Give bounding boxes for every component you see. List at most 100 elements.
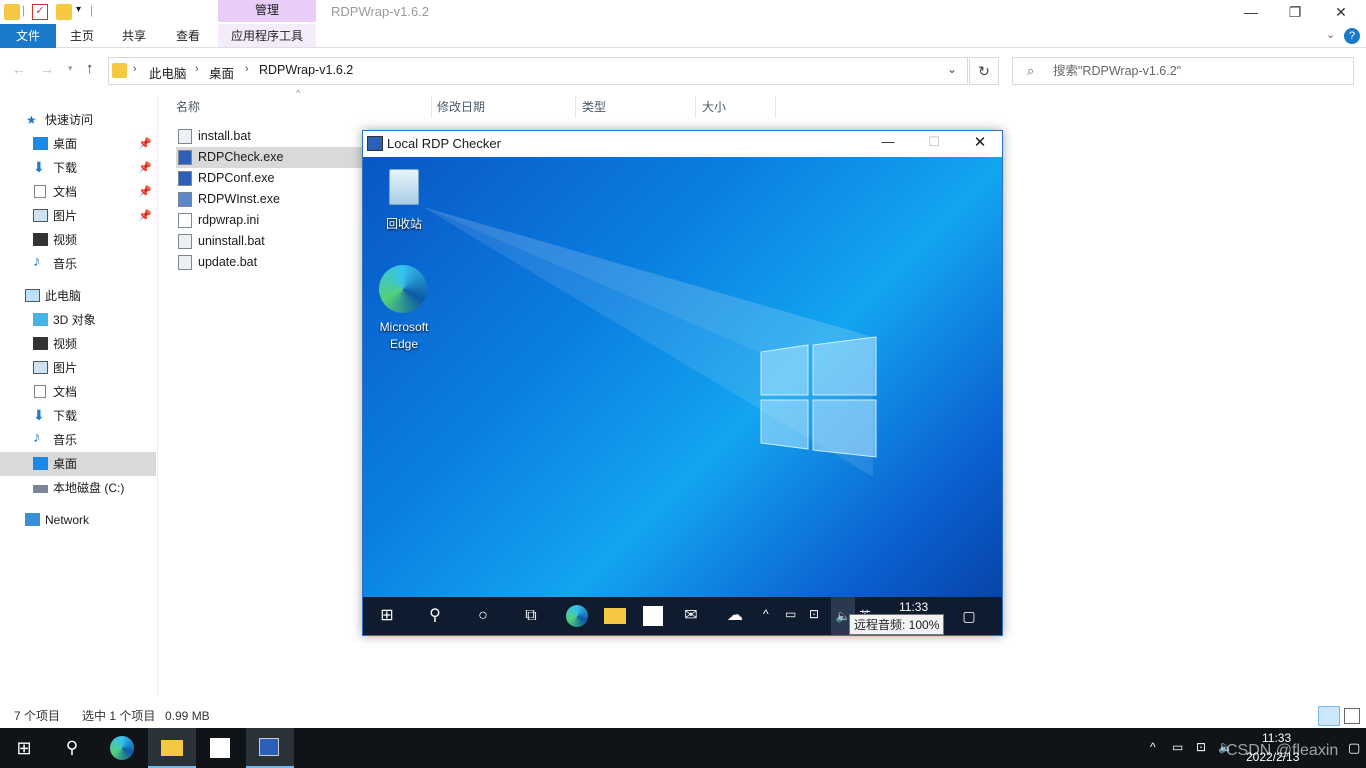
tray-chevron-icon[interactable]: ^	[1150, 740, 1156, 754]
chevron-right-icon: ›	[195, 63, 199, 75]
rdp-minimize-button[interactable]: —	[873, 134, 903, 149]
pin-icon: 📌	[138, 138, 152, 150]
file-row-selected[interactable]: RDPCheck.exe	[176, 147, 362, 168]
help-icon[interactable]: ?	[1344, 28, 1360, 44]
remote-desktop[interactable]: 回收站 Microsoft Edge	[363, 157, 1002, 597]
nav-quick-documents[interactable]: 文档 📌	[0, 180, 156, 204]
file-row[interactable]: update.bat	[176, 252, 362, 273]
nav-label: 视频	[53, 233, 78, 247]
folder-icon[interactable]	[4, 4, 20, 20]
batch-file-icon	[178, 129, 192, 144]
network-tray-icon[interactable]: ⊡	[1196, 740, 1206, 754]
rdp-close-button[interactable]: ✕	[965, 133, 995, 151]
up-arrow-icon[interactable]: ↑	[86, 60, 94, 77]
remote-store-icon[interactable]	[635, 597, 671, 635]
nav-music[interactable]: ♪ 音乐	[0, 428, 156, 452]
remote-mail-icon[interactable]: ✉	[673, 597, 709, 635]
nav-quick-downloads[interactable]: ⬇ 下载 📌	[0, 156, 156, 180]
rdp-maximize-button[interactable]: ☐	[919, 134, 949, 150]
notification-icon[interactable]: ▢	[1348, 740, 1360, 756]
minimize-button[interactable]: —	[1228, 2, 1274, 22]
nav-downloads[interactable]: ⬇ 下载	[0, 404, 156, 428]
file-row[interactable]: uninstall.bat	[176, 231, 362, 252]
store-taskbar-icon[interactable]	[196, 728, 244, 768]
refresh-button[interactable]: ↻	[969, 57, 999, 85]
remote-edge-icon[interactable]	[559, 597, 595, 635]
nav-quick-desktop[interactable]: 桌面 📌	[0, 132, 156, 156]
nav-this-pc[interactable]: 此电脑	[0, 284, 156, 308]
edge-icon[interactable]	[379, 265, 427, 313]
remote-search-icon[interactable]: ⚲	[417, 597, 453, 635]
back-arrow-icon[interactable]: ←	[12, 61, 26, 77]
nav-videos[interactable]: 视频	[0, 332, 156, 356]
remote-battery-icon[interactable]: ▭	[785, 607, 796, 621]
properties-icon[interactable]: ✓	[32, 4, 48, 20]
video-icon	[33, 337, 48, 350]
remote-taskbar: ⊞ ⚲ ○ ⧉ ✉ ☁ ^ ▭ ⊡ 🔈 英 11:33 远程音频: 100% ▢	[363, 597, 1002, 635]
nav-pictures[interactable]: 图片	[0, 356, 156, 380]
address-bar[interactable]: › 此电脑 › 桌面 › RDPWrap-v1.6.2 ⌄	[108, 57, 968, 85]
file-row[interactable]: RDPConf.exe	[176, 168, 362, 189]
close-button[interactable]: ✕	[1318, 2, 1364, 22]
search-icon[interactable]: ⚲	[48, 728, 96, 768]
edge-taskbar-icon[interactable]	[98, 728, 146, 768]
new-folder-icon[interactable]	[56, 4, 72, 20]
tab-share[interactable]: 共享	[114, 24, 154, 48]
column-type[interactable]: 类型	[582, 96, 696, 118]
remote-notification-icon[interactable]: ▢	[951, 597, 987, 635]
nav-network[interactable]: Network	[0, 508, 156, 532]
recent-dropdown-icon[interactable]: ▾	[68, 63, 73, 74]
title-bar: | ✓ ▾ | 管理 RDPWrap-v1.6.2 — ❐ ✕	[0, 0, 1366, 24]
remote-start-icon[interactable]: ⊞	[369, 597, 405, 635]
ribbon-expand-icon[interactable]: ⌄	[1326, 28, 1335, 41]
nav-label: 快速访问	[45, 113, 94, 127]
nav-quick-pictures[interactable]: 图片 📌	[0, 204, 156, 228]
search-input[interactable]: ⌕ 搜索"RDPWrap-v1.6.2"	[1012, 57, 1354, 85]
qat-dropdown-icon[interactable]: ▾	[76, 4, 81, 15]
remote-network-icon[interactable]: ⊡	[809, 607, 819, 621]
nav-3d-objects[interactable]: 3D 对象	[0, 308, 156, 332]
tab-app-tools[interactable]: 应用程序工具	[222, 24, 312, 48]
maximize-button[interactable]: ❐	[1272, 2, 1318, 22]
rdp-checker-taskbar-icon[interactable]	[246, 728, 294, 768]
nav-documents[interactable]: 文档	[0, 380, 156, 404]
nav-quick-music[interactable]: ♪ 音乐	[0, 252, 156, 276]
recycle-bin-icon[interactable]	[383, 165, 425, 209]
forward-arrow-icon[interactable]: →	[40, 61, 54, 77]
column-label: 类型	[582, 100, 607, 114]
breadcrumb-desktop[interactable]: 桌面	[209, 63, 234, 82]
column-size[interactable]: 大小	[702, 96, 776, 118]
battery-icon[interactable]: ▭	[1172, 740, 1183, 754]
tab-view[interactable]: 查看	[168, 24, 208, 48]
remote-taskview-icon[interactable]: ⧉	[513, 597, 549, 635]
music-icon: ♪	[33, 429, 41, 446]
nav-quick-videos[interactable]: 视频	[0, 228, 156, 252]
tab-home[interactable]: 主页	[62, 24, 102, 48]
remote-clock[interactable]: 11:33	[899, 600, 928, 614]
rdp-checker-window[interactable]: Local RDP Checker — ☐ ✕ 回收站 Microsoft Ed…	[362, 130, 1003, 636]
rdp-exe-icon	[178, 150, 192, 165]
file-row[interactable]: RDPWInst.exe	[176, 189, 362, 210]
file-row[interactable]: install.bat	[176, 126, 362, 147]
nav-desktop[interactable]: 桌面	[0, 452, 156, 476]
breadcrumb-this-pc[interactable]: 此电脑	[149, 63, 187, 82]
remote-weather-icon[interactable]: ☁	[717, 597, 753, 635]
nav-quick-access[interactable]: ★ 快速访问	[0, 108, 156, 132]
explorer-taskbar-icon[interactable]	[148, 728, 196, 768]
rdp-title-bar[interactable]: Local RDP Checker — ☐ ✕	[363, 131, 1002, 157]
large-icons-view-icon[interactable]	[1344, 708, 1360, 724]
details-view-icon[interactable]	[1318, 706, 1340, 726]
nav-local-disk[interactable]: 本地磁盘 (C:)	[0, 476, 156, 500]
breadcrumb-rdpwrap[interactable]: RDPWrap-v1.6.2	[259, 63, 353, 77]
start-icon[interactable]: ⊞	[0, 728, 48, 768]
chevron-right-icon: ›	[245, 63, 249, 75]
column-name[interactable]: 名称	[176, 96, 432, 118]
chevron-down-icon[interactable]: ⌄	[947, 62, 957, 76]
file-row[interactable]: rdpwrap.ini	[176, 210, 362, 231]
remote-cortana-icon[interactable]: ○	[465, 597, 501, 635]
column-modified[interactable]: 修改日期	[437, 96, 576, 118]
drive-icon	[33, 485, 48, 493]
tab-file[interactable]: 文件	[0, 24, 56, 48]
remote-explorer-icon[interactable]	[597, 597, 633, 635]
remote-tray-chevron-icon[interactable]: ^	[763, 607, 769, 621]
